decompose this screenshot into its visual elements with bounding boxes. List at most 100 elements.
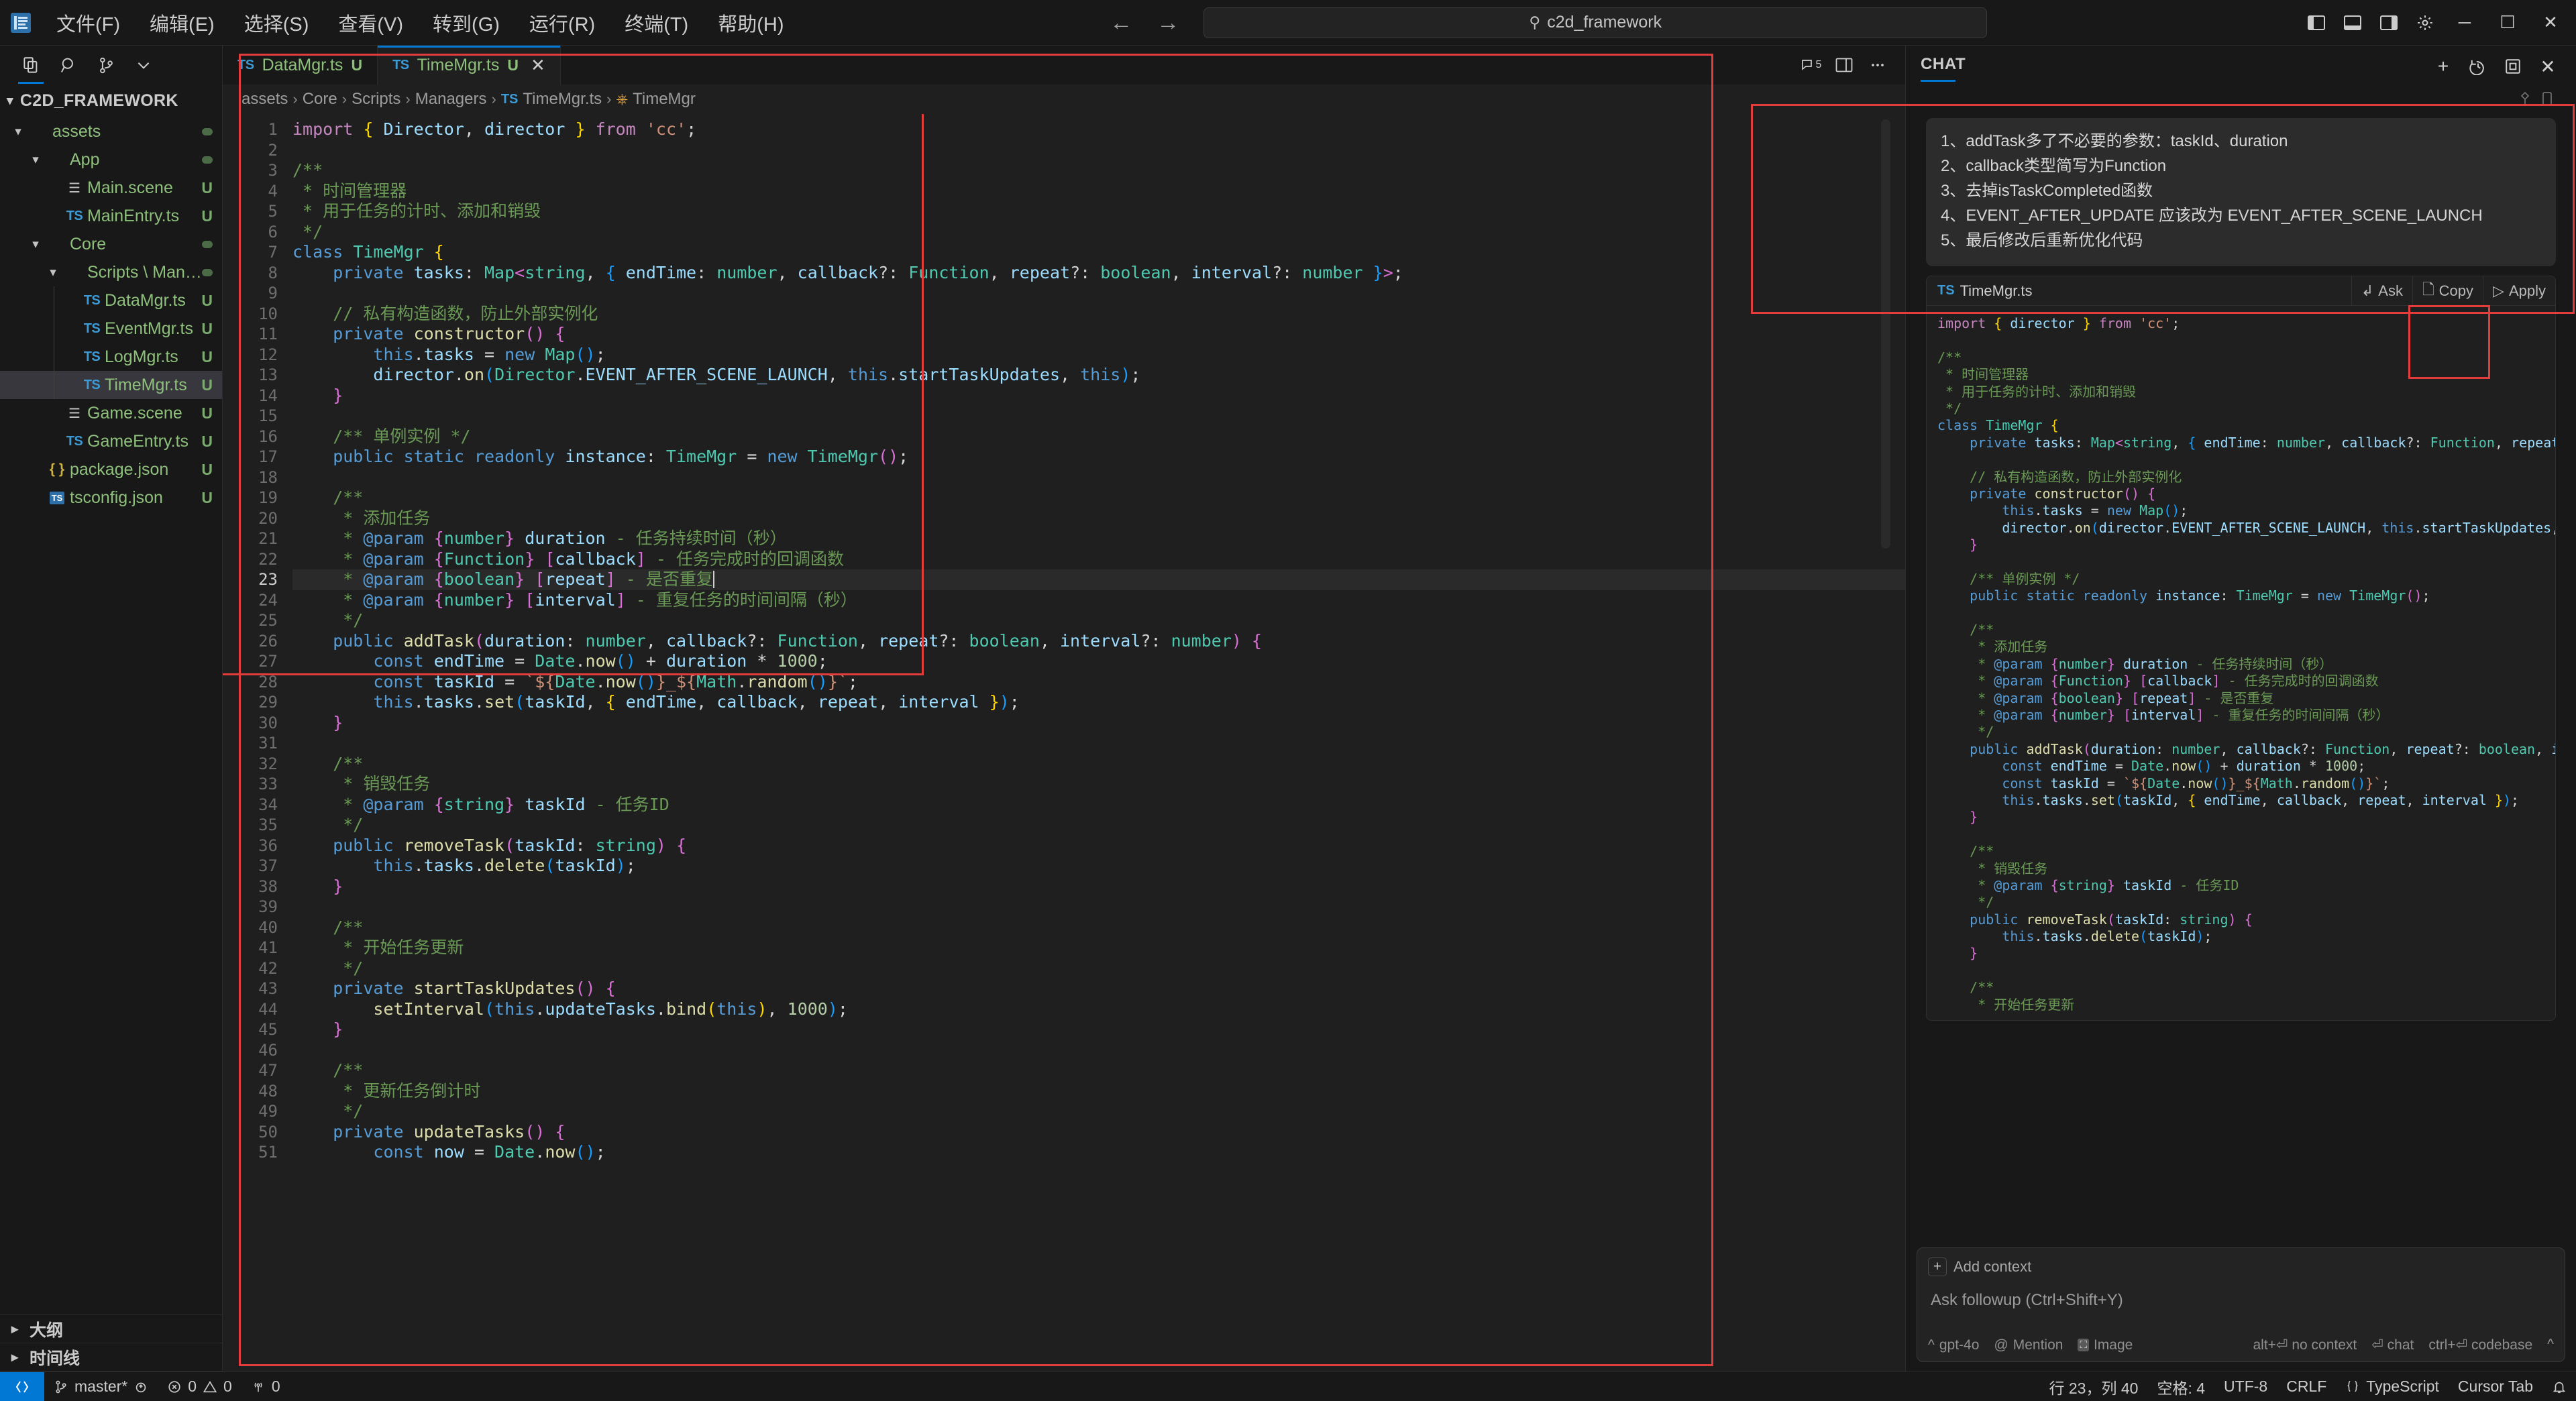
- problems-status[interactable]: 0 0: [158, 1372, 241, 1401]
- tree-item-tsconfig-json[interactable]: TS tsconfig.json U: [0, 484, 222, 512]
- toggle-secondary-sidebar-icon[interactable]: [2371, 6, 2407, 40]
- indentation-setting[interactable]: 空格: 4: [2147, 1372, 2214, 1401]
- menu-bar: 文件(F) 编辑(E) 选择(S) 查看(V) 转到(G) 运行(R) 终端(T…: [42, 5, 798, 41]
- explorer-root-header[interactable]: ▾ C2D_FRAMEWORK: [0, 85, 222, 116]
- mention-button[interactable]: @ Mention: [1994, 1337, 2063, 1353]
- model-selector[interactable]: ^ gpt-4o: [1928, 1337, 1979, 1353]
- menu-edit[interactable]: 编辑(E): [135, 5, 229, 41]
- tree-item-assets[interactable]: ▾ assets: [0, 117, 222, 146]
- tree-item-eventmgr-ts[interactable]: TS EventMgr.ts U: [0, 315, 222, 343]
- code-line: /**: [1937, 349, 1962, 366]
- source-control-icon[interactable]: [87, 49, 125, 81]
- breadcrumb-core[interactable]: Core: [303, 90, 337, 109]
- message-line: 4、EVENT_AFTER_UPDATE 应该改为 EVENT_AFTER_SC…: [1941, 207, 2483, 225]
- menu-terminal[interactable]: 终端(T): [610, 5, 703, 41]
- eol-setting[interactable]: CRLF: [2277, 1372, 2336, 1401]
- window-close-button[interactable]: ✕: [2529, 4, 2572, 42]
- chevron-down-icon[interactable]: ▾: [27, 152, 44, 168]
- tree-item-game-scene[interactable]: ☰ Game.scene U: [0, 399, 222, 427]
- window-maximize-button[interactable]: ☐: [2486, 4, 2529, 42]
- menu-file[interactable]: 文件(F): [42, 5, 135, 41]
- search-icon[interactable]: [50, 49, 87, 81]
- branch-thread-icon[interactable]: [2518, 91, 2532, 106]
- code-editor[interactable]: 1 2 3 4 5 6 7 8 9 10 11 12 13 14 15 16 17 18 19 20 21 22 23 24 2…: [223, 114, 1905, 1371]
- close-icon[interactable]: ✕: [531, 55, 545, 76]
- tree-item-app[interactable]: ▾ App: [0, 146, 222, 174]
- ask-button[interactable]: ↲ Ask: [2351, 276, 2412, 305]
- ports-status[interactable]: 0: [241, 1372, 290, 1401]
- close-chat-icon[interactable]: ✕: [2530, 50, 2565, 82]
- settings-gear-icon[interactable]: [2407, 6, 2443, 40]
- image-button[interactable]: ⛶ Image: [2078, 1337, 2133, 1353]
- add-context-button[interactable]: + Add context: [1928, 1257, 2554, 1276]
- back-arrow-icon[interactable]: ←: [1110, 11, 1132, 34]
- chevron-down-icon[interactable]: [125, 49, 162, 81]
- history-icon[interactable]: [2461, 50, 2496, 82]
- more-actions-icon[interactable]: [1861, 50, 1894, 80]
- chat-followup-input[interactable]: Ask followup (Ctrl+Shift+Y): [1928, 1276, 2554, 1337]
- line-number: 22: [258, 549, 278, 569]
- menu-go[interactable]: 转到(G): [418, 5, 515, 41]
- tree-item-datamgr-ts[interactable]: TS DataMgr.ts U: [0, 286, 222, 315]
- cursor-tab-status[interactable]: Cursor Tab: [2449, 1372, 2542, 1401]
- command-search-input[interactable]: ⚲ c2d_framework: [1203, 7, 1988, 38]
- chevron-down-icon[interactable]: ▾: [44, 265, 62, 280]
- tree-item-scripts-man-[interactable]: ▾ Scripts \ Man…: [0, 258, 222, 286]
- tree-item-main-scene[interactable]: ☰ Main.scene U: [0, 174, 222, 202]
- tab-datamgr[interactable]: TS DataMgr.ts U: [223, 46, 378, 85]
- code-line: */: [292, 221, 323, 241]
- menu-view[interactable]: 查看(V): [323, 5, 418, 41]
- tab-timemgr[interactable]: TS TimeMgr.ts U ✕: [378, 46, 561, 85]
- toggle-primary-sidebar-icon[interactable]: [2298, 6, 2334, 40]
- explorer-icon[interactable]: [12, 49, 50, 84]
- language-mode[interactable]: TypeScript: [2336, 1372, 2449, 1401]
- chevron-down-icon[interactable]: ▾: [27, 237, 44, 252]
- copy-button[interactable]: 🗋 Copy: [2412, 276, 2483, 305]
- sidebar-section-timeline[interactable]: ▸ 时间线: [0, 1343, 222, 1371]
- toggle-panel-icon[interactable]: [2334, 6, 2371, 40]
- line-number: 7: [268, 243, 278, 262]
- remote-window-icon[interactable]: [0, 1371, 44, 1401]
- window-minimize-button[interactable]: ─: [2443, 4, 2486, 42]
- breadcrumb-symbol[interactable]: TimeMgr: [633, 90, 696, 109]
- git-status-badge: U: [201, 376, 213, 394]
- new-chat-icon[interactable]: +: [2426, 50, 2461, 82]
- breadcrumb-assets[interactable]: assets: [241, 90, 288, 109]
- chat-badge-icon[interactable]: 5: [1794, 50, 1827, 80]
- breadcrumb-scripts[interactable]: Scripts: [352, 90, 400, 109]
- tree-item-gameentry-ts[interactable]: TS GameEntry.ts U: [0, 427, 222, 455]
- cursor-position[interactable]: 行 23，列 40: [2040, 1372, 2148, 1401]
- bell-icon[interactable]: [2542, 1372, 2576, 1401]
- minimap-scrollbar[interactable]: [1881, 119, 1890, 549]
- forward-arrow-icon[interactable]: →: [1157, 11, 1179, 34]
- chat-input-box[interactable]: + Add context Ask followup (Ctrl+Shift+Y…: [1917, 1247, 2565, 1362]
- line-number: 50: [258, 1122, 278, 1141]
- encoding-setting[interactable]: UTF-8: [2214, 1372, 2277, 1401]
- breadcrumb-file[interactable]: TimeMgr.ts: [523, 90, 602, 109]
- git-branch-status[interactable]: master*: [44, 1372, 158, 1401]
- maximize-chat-icon[interactable]: [2496, 50, 2530, 82]
- menu-select[interactable]: 选择(S): [229, 5, 324, 41]
- tree-item-label: package.json: [70, 459, 169, 479]
- menu-run[interactable]: 运行(R): [515, 5, 610, 41]
- typescript-file-icon: TS: [83, 377, 101, 392]
- tree-item-logmgr-ts[interactable]: TS LogMgr.ts U: [0, 343, 222, 371]
- code-content[interactable]: import { Director, director } from 'cc';…: [292, 114, 1905, 1371]
- breadcrumb-managers[interactable]: Managers: [415, 90, 487, 109]
- tree-item-timemgr-ts[interactable]: TS TimeMgr.ts U: [0, 371, 222, 399]
- menu-help[interactable]: 帮助(H): [703, 5, 798, 41]
- tree-item-package-json[interactable]: { } package.json U: [0, 455, 222, 484]
- tree-item-mainentry-ts[interactable]: TS MainEntry.ts U: [0, 202, 222, 230]
- split-editor-icon[interactable]: [1827, 50, 1861, 80]
- sidebar-section-outline[interactable]: ▸ 大纲: [0, 1315, 222, 1343]
- braces-icon: [2347, 1380, 2358, 1392]
- git-status-badge: U: [201, 291, 213, 309]
- code-block-content: import { director } from 'cc'; /** * 时间管…: [1927, 306, 2555, 1020]
- chevron-down-icon[interactable]: ▾: [9, 124, 27, 139]
- tree-item-core[interactable]: ▾ Core: [0, 230, 222, 258]
- apply-button[interactable]: ▷ Apply: [2483, 276, 2555, 305]
- copy-thread-icon[interactable]: [2541, 91, 2553, 106]
- git-status-badge: U: [201, 460, 213, 478]
